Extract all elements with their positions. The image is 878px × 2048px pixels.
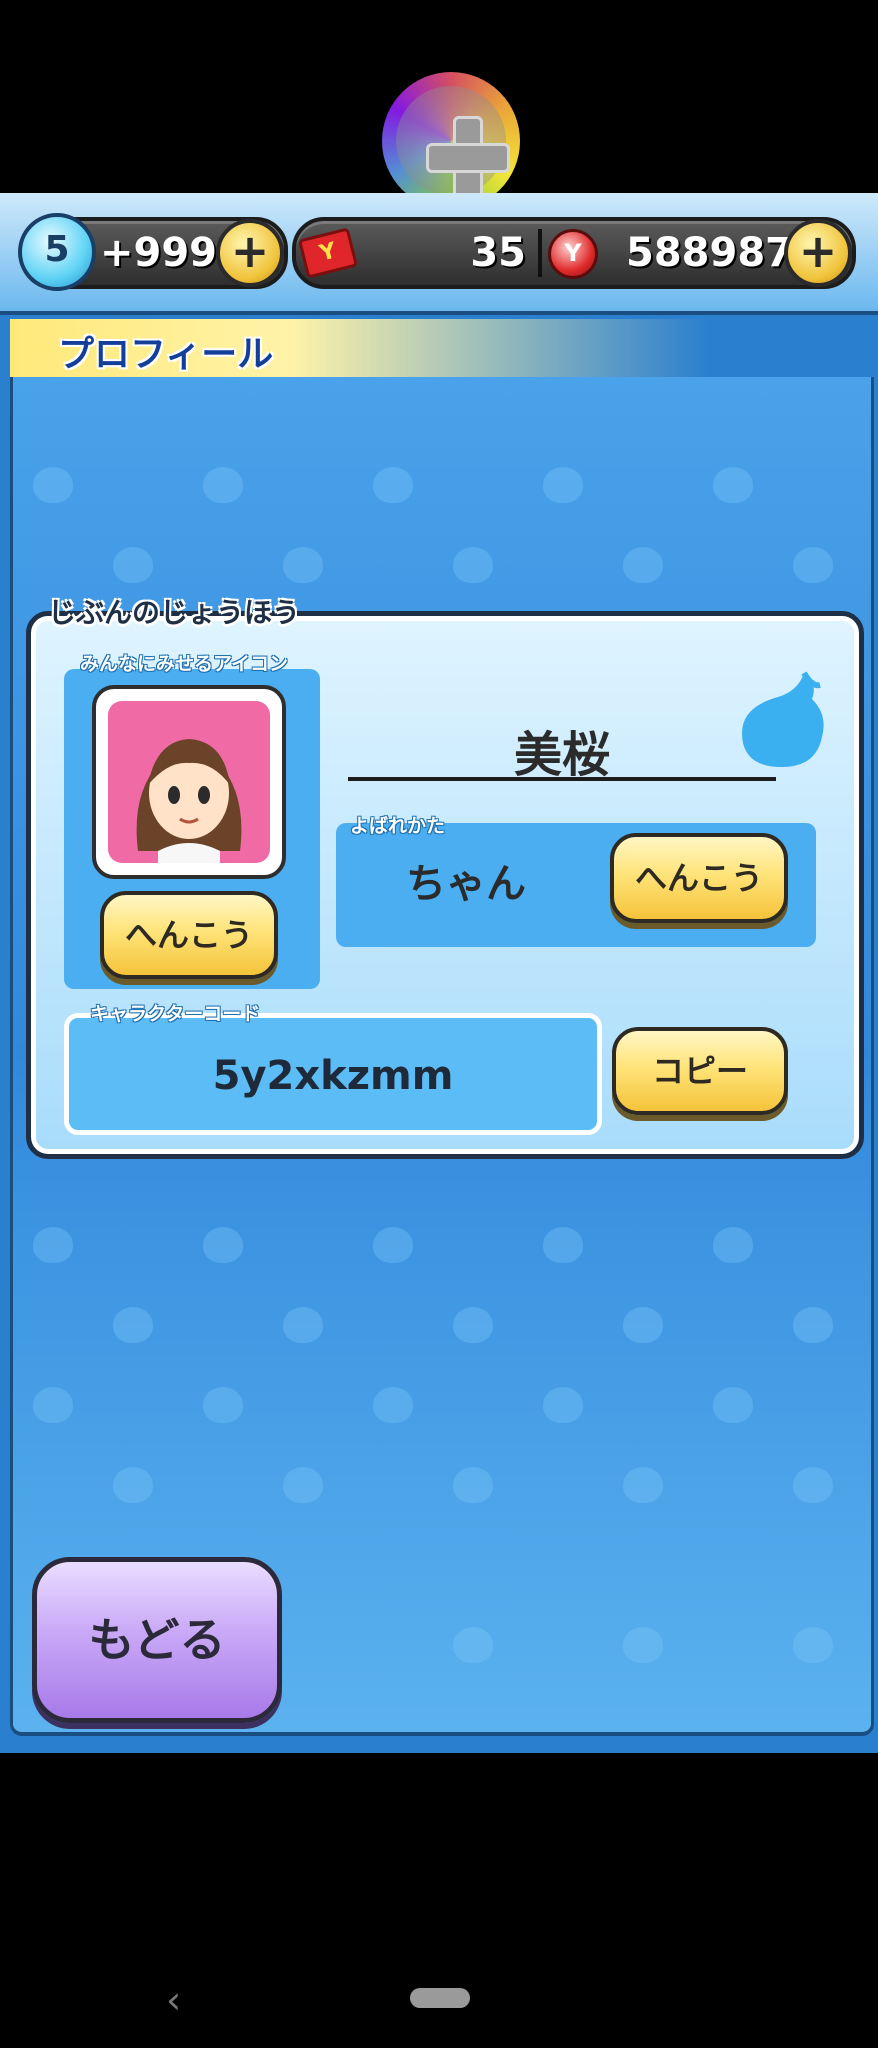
add-money-button[interactable]: + (784, 219, 852, 287)
bg-pattern (543, 467, 583, 503)
page-title: プロフィール (58, 334, 274, 375)
ticket-count: 35 (470, 230, 526, 276)
bg-pattern (373, 1387, 413, 1423)
bg-pattern (623, 1627, 663, 1663)
code-section-label: キャラクターコード (90, 1003, 261, 1025)
bg-pattern (453, 1467, 493, 1503)
bg-pattern (203, 467, 243, 503)
bg-pattern (453, 1307, 493, 1343)
bg-pattern (623, 1467, 663, 1503)
bg-pattern (33, 1387, 73, 1423)
bg-pattern (623, 547, 663, 583)
avatar[interactable] (92, 685, 286, 879)
bg-pattern (113, 1467, 153, 1503)
bg-pattern (33, 467, 73, 503)
add-medals-button[interactable]: + (216, 219, 284, 287)
change-title-button[interactable]: へんこう (610, 833, 788, 923)
player-name: 美桜 (513, 727, 610, 783)
profile-panel-label: じぶんのじょうほう (48, 596, 301, 629)
character-code: 5y2xkzmm (212, 1053, 454, 1099)
girl-avatar-icon (108, 701, 270, 863)
bg-pattern (33, 1227, 73, 1263)
bg-pattern (453, 547, 493, 583)
copy-button[interactable]: コピー (612, 1027, 788, 1115)
bg-pattern (453, 1627, 493, 1663)
medal-level: 5 (44, 229, 70, 270)
title-value: ちゃん (406, 861, 526, 907)
bg-pattern (203, 1227, 243, 1263)
bg-pattern (283, 1467, 323, 1503)
bg-pattern (203, 1387, 243, 1423)
system-back-icon[interactable]: ‹ (166, 1978, 190, 2022)
yokai-drop-icon (732, 667, 832, 777)
gamepad-icon[interactable] (382, 72, 520, 210)
dpad-horizontal (426, 143, 510, 173)
bg-pattern (283, 547, 323, 583)
bg-pattern (113, 1307, 153, 1343)
bg-pattern (793, 547, 833, 583)
back-button[interactable]: もどる (32, 1557, 282, 1723)
bg-pattern (543, 1387, 583, 1423)
bg-pattern (543, 1227, 583, 1263)
title-banner: プロフィール (10, 319, 710, 377)
money-purse-icon: Y (548, 229, 598, 279)
yokai-medal-icon: 5 (18, 213, 96, 291)
medal-count: +999 (100, 230, 218, 276)
icon-section-label: みんなにみせるアイコン (80, 653, 289, 675)
bg-pattern (713, 1387, 753, 1423)
name-underline (348, 777, 776, 781)
bg-pattern (373, 467, 413, 503)
money-amount: 588987 (626, 230, 793, 276)
bg-pattern (283, 1307, 323, 1343)
bg-pattern (793, 1627, 833, 1663)
title-section-label: よばれかた (350, 815, 446, 837)
bg-pattern (623, 1307, 663, 1343)
divider (538, 229, 542, 277)
bg-pattern (113, 547, 153, 583)
game-screen: +999 5 + 35 588987 Y Y + プロフィール じぶんのじょうほ… (0, 193, 878, 1753)
bg-pattern (713, 1227, 753, 1263)
bg-pattern (373, 1227, 413, 1263)
bg-pattern (793, 1467, 833, 1503)
back-button-label: もどる (88, 1613, 226, 1667)
bg-pattern (793, 1307, 833, 1343)
gamepad-inner (396, 86, 510, 200)
bg-pattern (713, 467, 753, 503)
change-icon-button[interactable]: へんこう (100, 891, 278, 979)
system-home-handle[interactable] (410, 1988, 470, 2008)
currency-bar: +999 5 + 35 588987 Y Y + (0, 193, 878, 315)
